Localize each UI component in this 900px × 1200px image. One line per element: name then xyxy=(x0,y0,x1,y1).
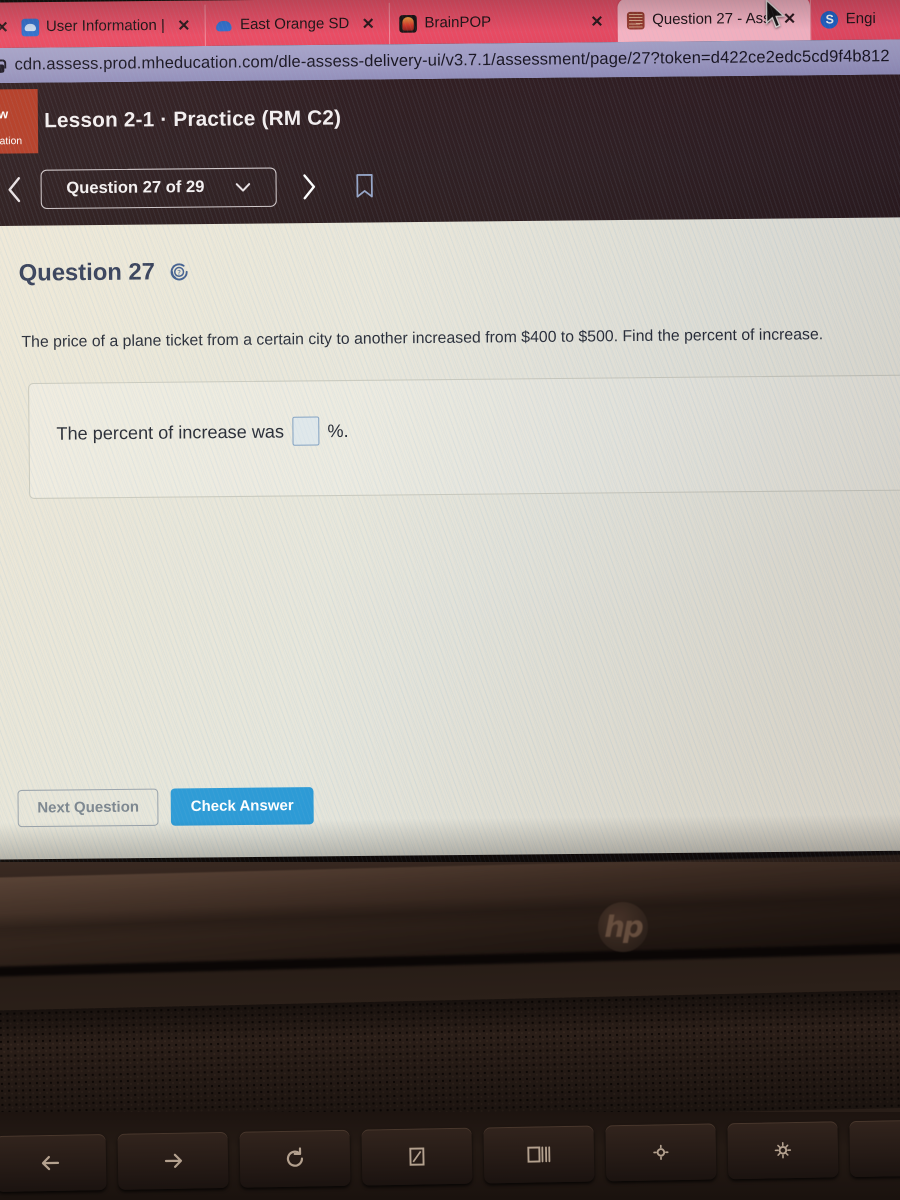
mouse-pointer-icon xyxy=(765,0,786,28)
tab-east-orange-sd[interactable]: East Orange SD ✕ xyxy=(204,2,390,47)
svg-text:?: ? xyxy=(177,268,181,277)
next-question-button[interactable]: Next Question xyxy=(17,788,159,828)
question-heading-row: Question 27 ? xyxy=(19,257,191,287)
logo-line-4: Education xyxy=(0,135,23,148)
brightness-up-key[interactable] xyxy=(727,1121,839,1180)
logo-line-2: Graw xyxy=(0,106,9,122)
bookmark-icon xyxy=(356,173,373,198)
lesson-title: Lesson 2-1 · Practice (RM C2) xyxy=(44,106,342,133)
lock-icon xyxy=(0,58,5,74)
bookmark-question-button[interactable] xyxy=(347,167,383,205)
reload-key[interactable] xyxy=(239,1129,351,1188)
tab-label-1: East Orange SD xyxy=(239,15,350,34)
back-key[interactable] xyxy=(0,1134,107,1192)
tab-close-icon-1[interactable]: ✕ xyxy=(172,16,196,35)
logo-line-1: Mc xyxy=(0,92,38,107)
tab-close-icon-0[interactable]: ✕ xyxy=(0,18,14,37)
arrow-left-icon xyxy=(41,1155,60,1171)
help-circle-icon[interactable]: ? xyxy=(167,260,190,283)
chevron-left-icon xyxy=(8,176,21,202)
question-selector-dropdown[interactable]: Question 27 of 29 xyxy=(40,166,277,209)
chevron-down-icon xyxy=(235,182,251,192)
speaker-grille-shading xyxy=(0,988,900,1130)
screen-moire-texture xyxy=(0,217,900,860)
hp-logo: hp xyxy=(598,902,648,952)
window-overview-icon xyxy=(527,1146,551,1163)
tab-user-information[interactable]: ✕ User Information | ✕ xyxy=(0,5,205,49)
tab-close-icon-3[interactable]: ✕ xyxy=(585,12,609,31)
fullscreen-key[interactable] xyxy=(361,1127,473,1186)
cloud-icon xyxy=(215,16,233,34)
arrow-right-icon xyxy=(164,1153,183,1168)
forward-key[interactable] xyxy=(117,1131,229,1190)
tab-close-icon-2[interactable]: ✕ xyxy=(356,14,380,33)
next-question-arrow-button[interactable] xyxy=(291,168,327,206)
question-prompt: The price of a plane ticket from a certa… xyxy=(21,325,824,352)
overview-key[interactable] xyxy=(483,1125,595,1184)
cloud-icon xyxy=(20,18,39,36)
reload-icon xyxy=(286,1147,304,1167)
answer-prefix-label: The percent of increase was xyxy=(56,420,285,444)
skype-s-icon: S xyxy=(820,10,839,29)
previous-question-button[interactable] xyxy=(0,170,33,208)
tab-label-3: Question 27 - Ass xyxy=(652,10,771,29)
laptop-screen: ✕ User Information | ✕ East Orange SD ✕ … xyxy=(0,0,900,895)
answer-input[interactable] xyxy=(292,416,320,446)
answer-suffix-label: %. xyxy=(327,419,349,441)
tab-brainpop[interactable]: BrainPOP ✕ xyxy=(389,0,619,45)
tab-label-2: BrainPOP xyxy=(424,14,492,32)
assessment-app-header: Mc Graw Hill Education Lesson 2-1 · Prac… xyxy=(0,74,900,227)
tab-label-0: User Information | xyxy=(45,17,165,36)
question-content-area: Question 27 ? The price of a plane ticke… xyxy=(0,217,900,860)
page-title: Question 27 xyxy=(18,257,156,286)
brightness-down-key[interactable] xyxy=(605,1123,717,1182)
check-answer-button[interactable]: Check Answer xyxy=(170,787,314,826)
brainpop-icon xyxy=(399,14,418,33)
answer-card: The percent of increase was %. xyxy=(28,373,900,499)
fullscreen-icon xyxy=(409,1147,425,1166)
photo-of-laptop-screen: ✕ User Information | ✕ East Orange SD ✕ … xyxy=(0,0,900,1200)
tab-label-4: Engi xyxy=(845,10,876,28)
mcgraw-hill-logo: Mc Graw Hill Education xyxy=(0,89,39,154)
brightness-up-icon xyxy=(774,1142,792,1159)
brightness-down-icon xyxy=(653,1144,669,1161)
extra-key[interactable] xyxy=(849,1119,900,1178)
action-button-row: Next Question Check Answer xyxy=(17,787,314,828)
address-bar-url: cdn.assess.prod.mheducation.com/dle-asse… xyxy=(14,47,890,74)
question-navigation: Question 27 of 29 xyxy=(0,162,411,213)
logo-line-3: Hill xyxy=(0,121,38,136)
assessment-icon xyxy=(627,11,645,30)
chevron-right-icon xyxy=(303,173,316,199)
question-selector-label: Question 27 of 29 xyxy=(66,177,205,197)
tab-engi[interactable]: S Engi xyxy=(810,0,886,41)
answer-line: The percent of increase was %. xyxy=(56,416,349,448)
